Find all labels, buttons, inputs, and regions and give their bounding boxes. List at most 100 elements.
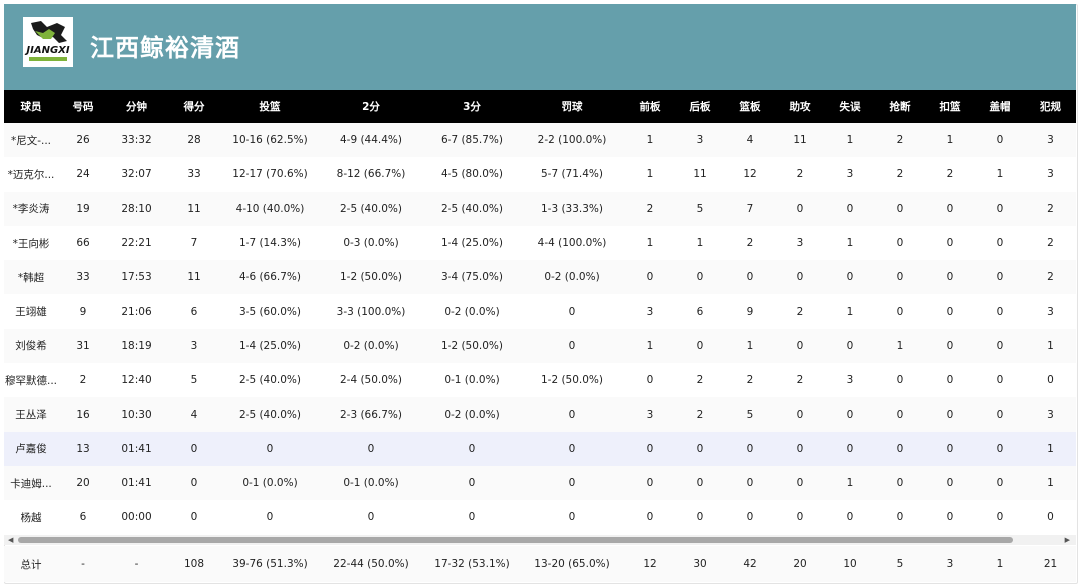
stat-cell: 0 bbox=[568, 442, 576, 455]
table-row[interactable]: 刘俊希 31 18:19 3 1-4 (25.0%) 0-2 (0.0%) 1-2 (50.… bbox=[4, 328, 1076, 364]
table-row[interactable]: 卢嘉俊 13 01:41 0 0 0 0 0 0 0 0 0 0 0 0 0 1 bbox=[4, 431, 1076, 466]
stat-cell: 0-2 (0.0%) bbox=[544, 271, 600, 284]
column-header[interactable]: 后板 bbox=[675, 90, 725, 123]
player-name-cell[interactable]: *迈克尔... bbox=[4, 157, 58, 191]
stat-cell: 0-1 (0.0%) bbox=[444, 374, 500, 387]
stat-cell: 0-3 (0.0%) bbox=[343, 237, 399, 250]
stat-cell: 3-4 (75.0%) bbox=[440, 271, 504, 284]
stat-cell: 2 bbox=[946, 168, 954, 181]
table-row[interactable]: *王向彬 66 22:21 7 1-7 (14.3%) 0-3 (0.0%) 1-4 (25… bbox=[4, 225, 1076, 261]
stat-cell: 26 bbox=[76, 134, 90, 147]
player-name-cell[interactable]: 刘俊希 bbox=[4, 329, 58, 363]
stat-cell: 2 bbox=[1047, 237, 1054, 250]
column-header[interactable]: 2分 bbox=[317, 90, 425, 123]
stat-cell: 6 bbox=[79, 511, 87, 524]
horizontal-scrollbar[interactable]: ◀ ▶ bbox=[4, 535, 1076, 545]
player-name-cell[interactable]: *韩超 bbox=[4, 260, 58, 294]
column-header[interactable]: 投篮 bbox=[223, 90, 317, 123]
column-header[interactable]: 扣篮 bbox=[925, 90, 975, 123]
column-header[interactable]: 助攻 bbox=[775, 90, 825, 123]
stat-cell: 1 bbox=[646, 134, 654, 147]
player-name-cell[interactable]: 杨越 bbox=[4, 500, 58, 534]
stat-cell: 24 bbox=[76, 168, 90, 181]
column-header[interactable]: 得分 bbox=[165, 90, 223, 123]
scroll-left-arrow-icon[interactable]: ◀ bbox=[8, 535, 13, 545]
stat-cell: 0 bbox=[996, 511, 1004, 524]
column-header[interactable]: 失误 bbox=[825, 90, 875, 123]
table-row[interactable]: 穆罕默德... 2 12:40 5 2-5 (40.0%) 2-4 (50.0%) 0-1 … bbox=[4, 363, 1076, 398]
totals-cell: 21 bbox=[1043, 558, 1058, 570]
stat-cell: 4-4 (100.0%) bbox=[537, 237, 607, 250]
stat-cell: 0 bbox=[696, 442, 704, 455]
totals-cell: 5 bbox=[896, 558, 904, 570]
stat-cell: 1 bbox=[846, 134, 854, 147]
stat-cell: 0 bbox=[696, 271, 704, 284]
stat-cell: 2 bbox=[896, 134, 904, 147]
stat-cell: 5-7 (71.4%) bbox=[540, 168, 604, 181]
stat-cell: 0 bbox=[796, 271, 804, 284]
stat-cell: 3 bbox=[1047, 134, 1054, 147]
column-header[interactable]: 球员 bbox=[4, 90, 58, 123]
player-name-cell[interactable]: *李炎涛 bbox=[4, 192, 58, 226]
player-name-cell[interactable]: 王翊雄 bbox=[4, 294, 58, 328]
column-header[interactable]: 犯规 bbox=[1025, 90, 1076, 123]
stat-cell: 0 bbox=[946, 408, 954, 421]
stat-cell: 28 bbox=[187, 134, 201, 147]
column-header[interactable]: 罚球 bbox=[519, 90, 625, 123]
player-name-cell[interactable]: 卡迪姆... bbox=[4, 466, 58, 500]
player-name-cell[interactable]: 王丛泽 bbox=[4, 397, 58, 431]
table-row[interactable]: *韩超 33 17:53 11 4-6 (66.7%) 1-2 (50.0%) 3-4 (7… bbox=[4, 260, 1076, 295]
player-name-cell[interactable]: 卢嘉俊 bbox=[4, 432, 58, 466]
stat-cell: 1 bbox=[846, 477, 854, 490]
player-name-cell[interactable]: *尼文-... bbox=[4, 123, 58, 157]
stat-cell: 20 bbox=[76, 477, 90, 490]
team-logo: JIANGXI bbox=[23, 17, 73, 67]
table-row[interactable]: 王丛泽 16 10:30 4 2-5 (40.0%) 2-3 (66.7%) 0-2 (0.… bbox=[4, 397, 1076, 432]
stat-cell: 0 bbox=[896, 271, 904, 284]
totals-cell: - bbox=[81, 558, 85, 570]
stat-cell: 0 bbox=[896, 408, 904, 421]
column-header[interactable]: 号码 bbox=[58, 90, 108, 123]
stat-cell: 6 bbox=[190, 305, 198, 318]
table-row[interactable]: 王翊雄 9 21:06 6 3-5 (60.0%) 3-3 (100.0%) 0-2 (0.… bbox=[4, 294, 1076, 329]
team-name: 江西鲸裕清酒 bbox=[90, 34, 240, 62]
column-header[interactable]: 盖帽 bbox=[975, 90, 1025, 123]
table-row[interactable]: *迈克尔... 24 32:07 33 12-17 (70.6%) 8-12 (66.7%… bbox=[4, 157, 1076, 192]
column-header[interactable]: 3分 bbox=[425, 90, 519, 123]
stat-cell: 0 bbox=[646, 442, 654, 455]
stat-cell: 6 bbox=[696, 305, 704, 318]
stat-cell: 12:40 bbox=[121, 374, 152, 387]
table-row[interactable]: 杨越 6 00:00 0 0 0 0 0 0 0 0 0 0 0 0 0 0 bbox=[4, 500, 1076, 535]
column-header[interactable]: 抢断 bbox=[875, 90, 925, 123]
stat-cell: 0-1 (0.0%) bbox=[343, 477, 399, 490]
stat-cell: 28:10 bbox=[121, 202, 152, 215]
stat-cell: 3 bbox=[846, 374, 854, 387]
stat-cell: 3 bbox=[696, 134, 704, 147]
scroll-right-arrow-icon[interactable]: ▶ bbox=[1065, 535, 1070, 545]
stat-cell: 1-4 (25.0%) bbox=[440, 237, 504, 250]
table-row[interactable]: 卡迪姆... 20 01:41 0 0-1 (0.0%) 0-1 (0.0%) 0 0 0 0 0 0… bbox=[4, 465, 1076, 501]
totals-cell: 108 bbox=[183, 558, 205, 570]
stat-cell: 2 bbox=[796, 374, 804, 387]
stat-cell: 0-2 (0.0%) bbox=[343, 339, 399, 352]
table-row[interactable]: *李炎涛 19 28:10 11 4-10 (40.0%) 2-5 (40.0%) 2-5 … bbox=[4, 191, 1076, 226]
stat-cell: 1-2 (50.0%) bbox=[339, 271, 403, 284]
column-header[interactable]: 前板 bbox=[625, 90, 675, 123]
player-name-cell[interactable]: *王向彬 bbox=[4, 226, 58, 260]
scrollbar-thumb[interactable] bbox=[18, 537, 1013, 543]
stat-cell: 7 bbox=[190, 237, 198, 250]
stat-cell: 18:19 bbox=[121, 339, 152, 352]
column-header[interactable]: 分钟 bbox=[108, 90, 165, 123]
stat-cell: 3 bbox=[646, 408, 654, 421]
stat-cell: 0 bbox=[1047, 374, 1054, 387]
table-row[interactable]: *尼文-... 26 33:32 28 10-16 (62.5%) 4-9 (44.4%)… bbox=[4, 123, 1076, 158]
stat-cell: 9 bbox=[746, 305, 754, 318]
stat-cell: 2-5 (40.0%) bbox=[339, 202, 403, 215]
column-header[interactable]: 篮板 bbox=[725, 90, 775, 123]
stat-cell: 0 bbox=[646, 271, 654, 284]
stat-cell: 0 bbox=[468, 442, 476, 455]
table-header-row: 球员 号码 分钟 得分 投篮 2分 3分 罚球 前板 后板 篮板 助攻 失误 抢断 扣篮 盖帽 犯规 bbox=[4, 90, 1076, 123]
stat-cell: 4-5 (80.0%) bbox=[440, 168, 504, 181]
player-name-cell[interactable]: 穆罕默德... bbox=[4, 363, 58, 397]
stat-cell: 3-5 (60.0%) bbox=[238, 305, 302, 318]
